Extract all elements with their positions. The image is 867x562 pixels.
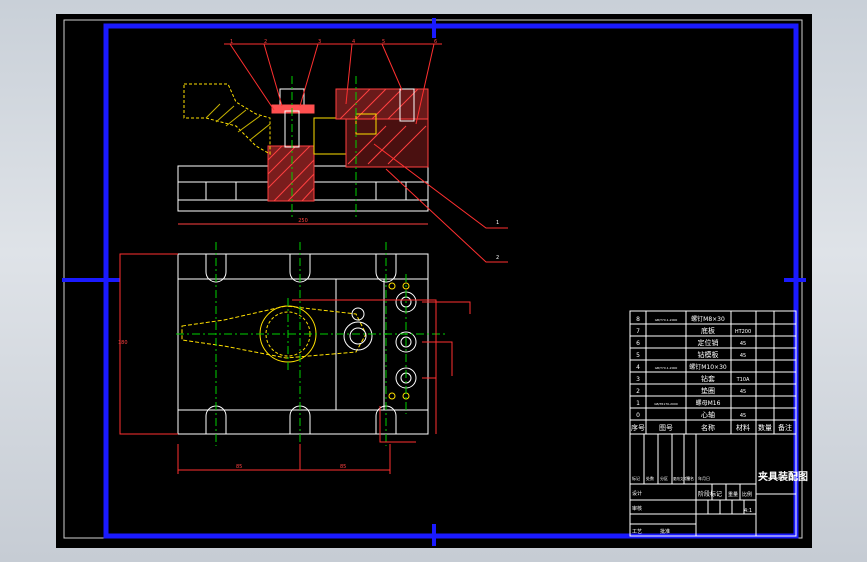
revision-row-label: 年月日	[698, 475, 710, 481]
approve-label: 批准	[660, 528, 670, 535]
part-name: 垫圈	[701, 386, 715, 395]
svg-text:250: 250	[298, 218, 308, 224]
revision-row-label: 标记	[632, 475, 640, 481]
weight-label: 重量	[728, 491, 738, 498]
part-material: HT200	[735, 329, 751, 335]
part-no: 7	[636, 328, 640, 335]
svg-text:85: 85	[236, 464, 242, 470]
header-cell: 备注	[778, 423, 792, 432]
part-material: T10A	[736, 377, 750, 383]
revision-row-label: 分区	[660, 475, 668, 481]
part-code: GB/T70.1-2000	[655, 318, 678, 322]
header-cell: 序号	[631, 423, 645, 432]
part-material: 45	[740, 341, 746, 347]
part-no: 6	[636, 340, 640, 347]
callout-label: 2	[496, 255, 499, 261]
part-no: 5	[636, 352, 640, 359]
leader-label: 1	[230, 39, 233, 45]
header-cell: 名称	[701, 423, 715, 432]
part-material: 45	[740, 389, 746, 395]
top-view: 180 85 85	[118, 242, 471, 474]
leader-label: 3	[318, 39, 321, 45]
part-name: 心轴	[701, 410, 715, 419]
review-label: 审核	[632, 505, 642, 512]
part-name: 螺钉M8×30	[691, 315, 725, 323]
cad-canvas[interactable]: 250 1 2 3 4 5 6 1 2 180 85 85 8 GB/T70.1…	[56, 14, 812, 548]
svg-text:85: 85	[340, 464, 346, 470]
revision-row-label: 处数	[646, 475, 654, 481]
scale-label: 比例	[742, 491, 752, 498]
sheet-border	[103, 23, 799, 539]
part-no: 3	[636, 376, 640, 383]
svg-text:180: 180	[118, 340, 128, 346]
drawing-svg: 250 1 2 3 4 5 6 1 2 180 85 85 8 GB/T70.1…	[62, 18, 808, 546]
part-material: 45	[740, 353, 746, 359]
sheet-outer-frame	[63, 19, 803, 539]
design-label: 设计	[632, 490, 642, 497]
header-cell: 材料	[736, 423, 750, 432]
leader-label: 5	[382, 39, 385, 45]
part-code: GB/T70.1-2000	[655, 366, 678, 370]
part-code: GB/T6170-2000	[654, 402, 678, 406]
revision-row-label: 签名	[686, 475, 694, 481]
part-no: 0	[636, 412, 640, 419]
part-no: 4	[636, 364, 640, 371]
leader-label: 4	[352, 39, 355, 45]
part-no: 2	[636, 388, 640, 395]
process-label: 工艺	[632, 529, 642, 535]
drawing-name: 夹具装配图	[758, 470, 808, 483]
header-cell: 图号	[659, 424, 673, 432]
leader-label: 6	[434, 39, 437, 45]
part-material: 45	[740, 413, 746, 419]
leader-label: 2	[264, 39, 267, 45]
part-name: 螺钉M10×30	[689, 363, 727, 371]
callout-label: 1	[496, 220, 499, 226]
header-cell: 数量	[758, 423, 772, 432]
part-name: 钻模板	[698, 350, 719, 359]
front-view: 250	[177, 76, 429, 225]
part-name: 底板	[701, 326, 715, 335]
part-name: 定位销	[698, 338, 719, 347]
stage-label: 阶段标记	[698, 490, 722, 498]
part-name: 螺母M16	[696, 399, 721, 407]
scale-value: 4:1	[744, 508, 752, 514]
part-no: 8	[636, 316, 640, 323]
part-no: 1	[636, 400, 640, 407]
part-name: 钻套	[701, 374, 715, 383]
